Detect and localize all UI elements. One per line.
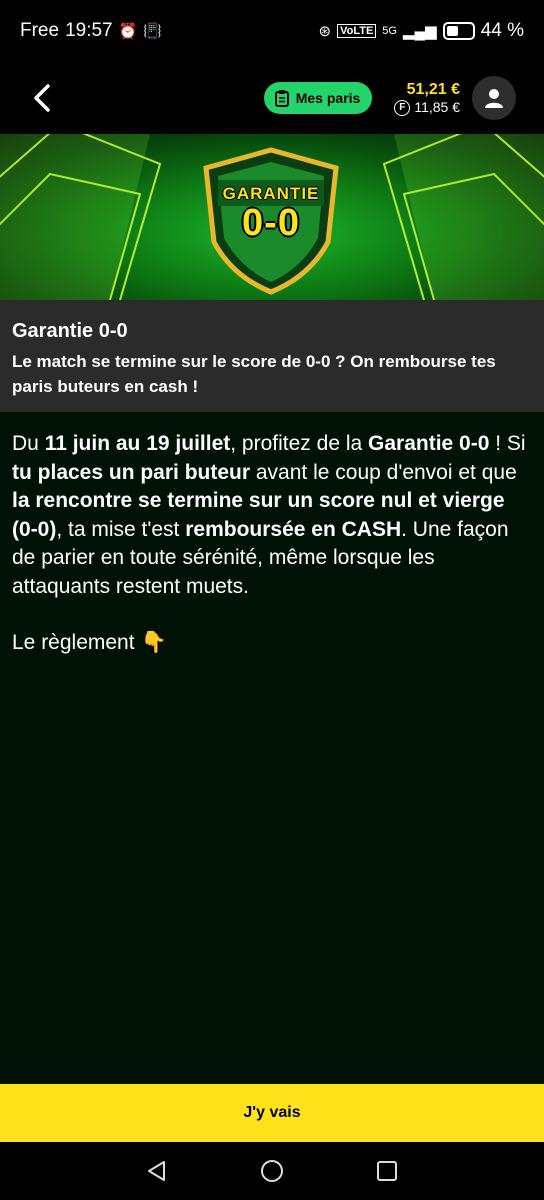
status-right: ⊛ VoLTE 5G ▂▄▆ 44 % xyxy=(319,20,524,42)
triangle-back-icon xyxy=(148,1161,166,1181)
chevron-left-icon xyxy=(34,84,50,112)
desc-text: Du xyxy=(12,432,45,455)
nav-recents-button[interactable] xyxy=(367,1151,407,1191)
signal-icon: ▂▄▆ xyxy=(402,23,437,40)
status-bar: Free 19:57 ⏰ 📳 ⊛ VoLTE 5G ▂▄▆ 44 % xyxy=(0,0,544,62)
go-button-label: J'y vais xyxy=(243,1104,301,1121)
my-bets-label: Mes paris xyxy=(295,90,361,106)
desc-text: ! Si xyxy=(489,432,526,455)
system-nav-bar xyxy=(0,1142,544,1200)
back-button[interactable] xyxy=(28,78,56,118)
promo-banner: GARANTIE 0-0 xyxy=(0,134,544,300)
desc-bold: remboursée en CASH xyxy=(185,517,402,541)
desc-text: , ta mise t'est xyxy=(56,517,186,541)
hotspot-icon: ⊛ xyxy=(318,23,332,40)
badge-score: 0-0 xyxy=(242,202,300,244)
alarm-icon: ⏰ xyxy=(118,23,138,40)
go-button[interactable]: J'y vais xyxy=(0,1084,544,1142)
carrier-label: Free xyxy=(20,20,60,41)
user-icon xyxy=(485,89,503,108)
desc-text: avant le coup d'envoi et que xyxy=(250,460,517,484)
balance-display[interactable]: 51,21 € F 11,85 € xyxy=(394,80,460,116)
network-label: 5G xyxy=(382,25,397,37)
pointing-down-icon: 👇 xyxy=(140,631,167,654)
battery-level: 44 % xyxy=(480,20,524,41)
free-balance: 11,85 € xyxy=(414,99,460,116)
free-balance-row: F 11,85 € xyxy=(394,99,460,116)
garantie-badge: GARANTIE 0-0 xyxy=(200,146,342,296)
status-left: Free 19:57 ⏰ 📳 xyxy=(20,20,162,42)
freebet-coin-icon: F xyxy=(394,99,411,116)
cash-balance: 51,21 € xyxy=(406,81,460,98)
square-recents-icon xyxy=(376,1161,397,1181)
nav-home-button[interactable] xyxy=(252,1151,292,1191)
promo-description: Du 11 juin au 19 juillet, profitez de la… xyxy=(12,430,532,601)
volte-badge: VoLTE xyxy=(337,24,377,38)
desc-text: , profitez de la xyxy=(230,432,369,455)
nav-back-button[interactable] xyxy=(137,1151,177,1191)
promo-info-box: Garantie 0-0 Le match se termine sur le … xyxy=(0,300,544,412)
promo-subtitle: Le match se termine sur le score de 0-0 … xyxy=(12,352,496,396)
battery-icon xyxy=(442,22,475,40)
vibrate-icon: 📳 xyxy=(143,23,162,40)
rules-label: Le règlement xyxy=(12,631,135,654)
my-bets-button[interactable]: Mes paris xyxy=(263,82,373,114)
desc-bold: tu places un pari buteur xyxy=(12,460,251,484)
rules-link[interactable]: Le règlement 👇 xyxy=(12,631,532,655)
app-bar: Mes paris 51,21 € F 11,85 € xyxy=(0,62,544,134)
clipboard-icon xyxy=(274,90,289,107)
desc-bold: Garantie 0-0 xyxy=(368,432,490,455)
desc-bold: 11 juin au 19 juillet xyxy=(44,432,231,455)
profile-avatar-button[interactable] xyxy=(472,76,516,120)
promo-content: Du 11 juin au 19 juillet, profitez de la… xyxy=(0,412,544,1084)
clock: 19:57 xyxy=(65,20,113,41)
badge-title: GARANTIE xyxy=(222,184,320,203)
circle-home-icon xyxy=(260,1160,283,1182)
promo-title: Garantie 0-0 xyxy=(12,320,128,342)
